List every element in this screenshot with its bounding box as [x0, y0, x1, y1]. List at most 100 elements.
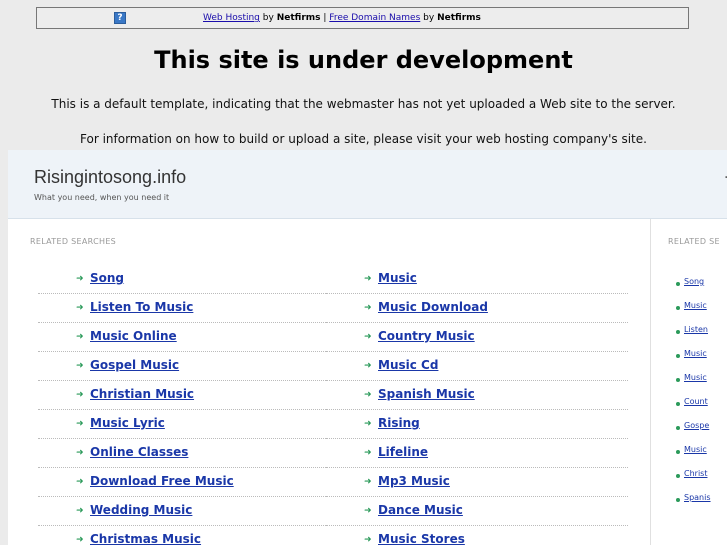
link-label[interactable]: Listen To Music [90, 300, 193, 314]
parked-domain-panel: Risingintosong.info What you need, when … [8, 150, 727, 545]
related-searches-label: RELATED SEARCHES [30, 237, 117, 246]
arrow-icon: ➜ [76, 448, 84, 458]
list-item[interactable]: ➜ Christian Music [38, 382, 326, 410]
link-label[interactable]: Music Cd [378, 358, 438, 372]
list-item[interactable]: ➜ Music Online [38, 324, 326, 352]
link-label[interactable]: Wedding Music [90, 503, 192, 517]
related-searches-side: Song Music Listen Music Music Count Gosp… [664, 219, 727, 545]
arrow-icon: ➜ [364, 448, 372, 458]
arrow-icon: ➜ [76, 361, 84, 371]
bullet-icon [676, 354, 680, 358]
top-banner: ? Web Hosting by Netfirms | Free Domain … [36, 7, 689, 29]
arrow-icon: ➜ [364, 303, 372, 313]
arrow-icon: ➜ [364, 477, 372, 487]
netfirms-label-2: Netfirms [437, 13, 481, 23]
arrow-icon: ➜ [76, 419, 84, 429]
link-label[interactable]: Lifeline [378, 445, 428, 459]
side-link-label[interactable]: Christ [684, 469, 707, 478]
link-label[interactable]: Christmas Music [90, 532, 201, 545]
list-item[interactable]: ➜ Music Cd [326, 353, 628, 381]
bullet-icon [676, 282, 680, 286]
arrow-icon: ➜ [364, 332, 372, 342]
arrow-icon: ➜ [364, 535, 372, 545]
bullet-icon [676, 306, 680, 310]
domain-name: Risingintosong.info [34, 167, 187, 187]
arrow-icon: ➜ [76, 303, 84, 313]
list-item[interactable]: ➜ Music Lyric [38, 411, 326, 439]
arrow-icon: ➜ [76, 274, 84, 284]
link-label[interactable]: Mp3 Music [378, 474, 450, 488]
list-item[interactable]: ➜ Country Music [326, 324, 628, 352]
list-item[interactable]: ➜ Online Classes [38, 440, 326, 468]
tagline: What you need, when you need it [34, 193, 170, 202]
bullet-icon [676, 402, 680, 406]
link-label[interactable]: Music Download [378, 300, 488, 314]
hosting-info: For information on how to build or uploa… [80, 132, 647, 146]
bullet-icon [676, 330, 680, 334]
side-link-label[interactable]: Listen [684, 325, 708, 334]
web-hosting-link[interactable]: Web Hosting [203, 13, 260, 23]
link-label[interactable]: Download Free Music [90, 474, 234, 488]
side-link-label[interactable]: Gospe [684, 421, 709, 430]
bullet-icon [676, 474, 680, 478]
help-icon[interactable]: ? [114, 12, 126, 24]
link-label[interactable]: Online Classes [90, 445, 188, 459]
free-domain-names-link[interactable]: Free Domain Names [329, 13, 420, 23]
arrow-icon: ➜ [76, 390, 84, 400]
arrow-icon: ➜ [364, 419, 372, 429]
link-label[interactable]: Country Music [378, 329, 475, 343]
related-searches-main: RELATED SEARCHES ➜ Song ➜ Listen To Musi… [20, 219, 651, 545]
by-text-2: by [423, 13, 435, 23]
link-label[interactable]: Dance Music [378, 503, 463, 517]
bullet-icon [676, 378, 680, 382]
side-link-label[interactable]: Music [684, 301, 707, 310]
arrow-icon: ➜ [364, 274, 372, 284]
list-item[interactable]: ➜ Music [326, 266, 628, 294]
arrow-icon: ➜ [364, 390, 372, 400]
separator: | [323, 13, 327, 23]
page-title: This site is under development [154, 46, 573, 74]
link-label[interactable]: Christian Music [90, 387, 194, 401]
banner-links: Web Hosting by Netfirms | Free Domain Na… [203, 8, 481, 28]
panel-header: Risingintosong.info What you need, when … [8, 150, 727, 219]
list-item[interactable]: ➜ Music Download [326, 295, 628, 323]
list-item[interactable]: ➜ Lifeline [326, 440, 628, 468]
arrow-icon: ➜ [76, 477, 84, 487]
list-item[interactable]: ➜ Dance Music [326, 498, 628, 526]
list-item[interactable]: ➜ Song [38, 266, 326, 294]
list-item[interactable]: ➜ Music Stores [326, 527, 628, 545]
list-item[interactable]: ➜ Rising [326, 411, 628, 439]
side-link-label[interactable]: Music [684, 349, 707, 358]
list-item[interactable]: ➜ Listen To Music [38, 295, 326, 323]
arrow-icon: ➜ [76, 506, 84, 516]
link-label[interactable]: Music Online [90, 329, 177, 343]
side-link-label[interactable]: Spanis [684, 493, 711, 502]
side-link-label[interactable]: Song [684, 277, 704, 286]
by-text-1: by [262, 13, 274, 23]
link-label[interactable]: Music Stores [378, 532, 465, 545]
list-item[interactable]: ➜ Wedding Music [38, 498, 326, 526]
netfirms-label-1: Netfirms [276, 13, 321, 23]
arrow-icon: ➜ [364, 361, 372, 371]
arrow-icon: ➜ [76, 535, 84, 545]
side-link-label[interactable]: Music [684, 445, 707, 454]
bullet-icon [676, 498, 680, 502]
list-item[interactable]: ➜ Spanish Music [326, 382, 628, 410]
link-label[interactable]: Gospel Music [90, 358, 179, 372]
side-link-label[interactable]: Music [684, 373, 707, 382]
link-label[interactable]: Music Lyric [90, 416, 165, 430]
side-link-label[interactable]: Count [684, 397, 708, 406]
list-item[interactable]: ➜ Christmas Music [38, 527, 326, 545]
link-label[interactable]: Rising [378, 416, 420, 430]
link-label[interactable]: Spanish Music [378, 387, 475, 401]
bullet-icon [676, 426, 680, 430]
list-item[interactable]: ➜ Download Free Music [38, 469, 326, 497]
link-label[interactable]: Music [378, 271, 417, 285]
arrow-icon: ➜ [76, 332, 84, 342]
bullet-icon [676, 450, 680, 454]
link-label[interactable]: Song [90, 271, 124, 285]
template-notice: This is a default template, indicating t… [51, 97, 676, 111]
arrow-icon: ➜ [364, 506, 372, 516]
list-item[interactable]: ➜ Gospel Music [38, 353, 326, 381]
list-item[interactable]: ➜ Mp3 Music [326, 469, 628, 497]
